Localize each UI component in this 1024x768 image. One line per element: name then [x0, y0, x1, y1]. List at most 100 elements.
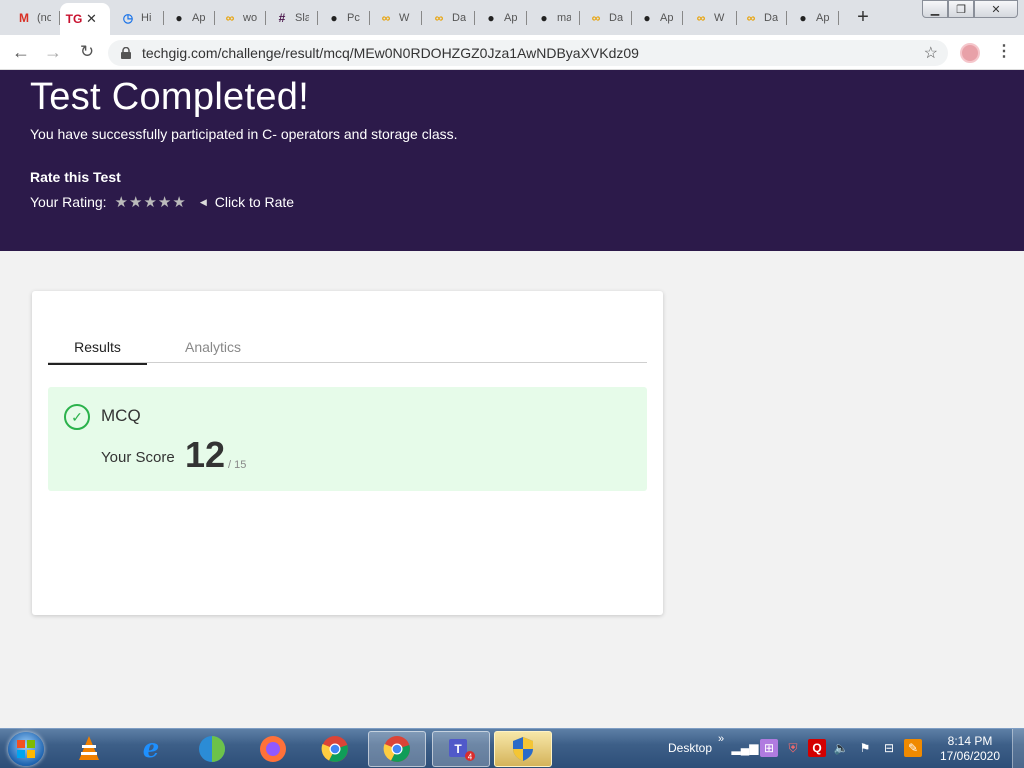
tab-title: ma	[557, 12, 571, 24]
desktop-toolbar-label[interactable]: Desktop	[668, 741, 712, 755]
address-bar[interactable]: techgig.com/challenge/result/mcq/MEw0N0R…	[108, 40, 948, 66]
browser-tab[interactable]: ◷ Hi	[114, 4, 164, 32]
loop-icon: ∞	[434, 11, 444, 25]
firefox-icon[interactable]	[244, 731, 302, 767]
back-icon[interactable]: ←	[10, 41, 32, 63]
github-icon: ●	[540, 11, 548, 25]
browser-tab[interactable]: # Sla	[268, 4, 318, 32]
taskbar: e T4 Desktop » ▂▄▆ ⊞ ⛨ Q 🔈 ⚑ ⊟ ✎ 8:14 PM…	[0, 728, 1024, 768]
browser-tab[interactable]: M (no	[10, 4, 60, 32]
browser-tab[interactable]: ∞ Da	[737, 4, 787, 32]
github-icon: ●	[330, 11, 338, 25]
tab-title: (no	[37, 12, 51, 24]
browser-tab[interactable]: ● Ap	[165, 4, 215, 32]
tab-title: Ap	[816, 12, 830, 24]
vlc-icon[interactable]	[60, 731, 118, 767]
result-tabs: Results Analytics	[48, 337, 647, 365]
taskbar-clock[interactable]: 8:14 PM 17/06/2020	[934, 734, 1006, 764]
q-app-icon[interactable]: Q	[808, 739, 826, 757]
bookmark-star-icon[interactable]: ☆	[924, 43, 938, 63]
volume-icon[interactable]: 🔈	[832, 739, 850, 757]
chrome-active-icon[interactable]	[368, 731, 426, 767]
maximize-button[interactable]: ❐	[948, 0, 974, 18]
tab-separator	[421, 11, 422, 25]
browser-tab[interactable]: ∞ Da	[582, 4, 632, 32]
minimize-button[interactable]: ▁	[922, 0, 948, 18]
browser-tab[interactable]: ∞ W	[372, 4, 422, 32]
network-icon[interactable]: ⊟	[880, 739, 898, 757]
globe-app-icon[interactable]	[183, 731, 241, 767]
section-title: MCQ	[101, 406, 141, 425]
svg-text:T: T	[454, 742, 462, 756]
page-title: Test Completed!	[30, 76, 310, 118]
tab-title: Da	[609, 12, 623, 24]
star-icon[interactable]: ★	[143, 193, 156, 211]
tab-analytics[interactable]: Analytics	[158, 339, 268, 363]
github-icon: ●	[799, 11, 807, 25]
tab-title: Hi	[141, 12, 152, 24]
rating-row: Your Rating: ★ ★ ★ ★ ★ ◀ Click to Rate	[30, 193, 294, 211]
tray-app-icon[interactable]: ⊞	[760, 739, 778, 757]
close-window-button[interactable]: ✕	[974, 0, 1018, 18]
chrome-icon[interactable]	[306, 731, 364, 767]
star-icon[interactable]: ★	[129, 193, 142, 211]
result-card: Results Analytics ✓ MCQ Your Score 12 / …	[32, 291, 663, 615]
click-to-rate-link[interactable]: Click to Rate	[215, 194, 294, 210]
score-value: 12	[185, 434, 226, 475]
browser-menu-icon[interactable]: ⋮	[996, 41, 1012, 61]
mcq-score-panel: ✓ MCQ Your Score 12 / 15	[48, 387, 647, 491]
security-shield-icon[interactable]	[494, 731, 552, 767]
internet-explorer-icon[interactable]: e	[122, 731, 180, 767]
notes-icon[interactable]: ✎	[904, 739, 922, 757]
tab-title: W	[399, 12, 410, 24]
browser-tab[interactable]: ∞ Da	[425, 4, 475, 32]
tab-results[interactable]: Results	[48, 339, 147, 365]
check-circle-icon: ✓	[64, 404, 90, 430]
github-icon: ●	[175, 11, 183, 25]
browser-toolbar: ← → ↻ techgig.com/challenge/result/mcq/M…	[0, 35, 1024, 70]
tab-title: Da	[764, 12, 778, 24]
tab-title: Ap	[192, 12, 206, 24]
tab-title: Sla	[295, 12, 309, 24]
tab-separator	[579, 11, 580, 25]
star-icon[interactable]: ★	[158, 193, 171, 211]
tab-title: Da	[452, 12, 466, 24]
gmail-icon: M	[19, 11, 29, 25]
techgig-icon: TG	[65, 12, 83, 26]
action-center-flag-icon[interactable]: ⚑	[856, 739, 874, 757]
url-text: techgig.com/challenge/result/mcq/MEw0N0R…	[142, 45, 639, 61]
browser-tab[interactable]: TGTG✕	[60, 3, 110, 35]
window-controls: ▁ ❐ ✕	[922, 0, 1018, 18]
windows-logo-icon	[17, 740, 35, 758]
shield-tray-icon[interactable]: ⛨	[784, 739, 802, 757]
forward-icon[interactable]: →	[42, 41, 64, 63]
system-tray: ▂▄▆ ⊞ ⛨ Q 🔈 ⚑ ⊟ ✎	[732, 739, 922, 757]
browser-tab[interactable]: ● Pc	[320, 4, 370, 32]
clock-date: 17/06/2020	[939, 749, 1001, 763]
rate-test-heading: Rate this Test	[30, 169, 121, 185]
signal-icon[interactable]: ▂▄▆	[732, 739, 759, 757]
show-desktop-button[interactable]	[1012, 729, 1024, 768]
chevron-right-icon[interactable]: »	[718, 733, 724, 745]
star-icon[interactable]: ★	[172, 193, 185, 211]
teams-icon[interactable]: T4	[432, 731, 490, 767]
browser-tab[interactable]: ● Ap	[477, 4, 527, 32]
tab-title: Pc	[347, 12, 360, 24]
github-icon: ●	[643, 11, 651, 25]
tab-separator	[163, 11, 164, 25]
browser-tab[interactable]: ∞ wo	[216, 4, 266, 32]
profile-avatar[interactable]	[960, 43, 980, 63]
tab-separator	[786, 11, 787, 25]
close-tab-icon[interactable]: ✕	[86, 11, 97, 27]
browser-tab[interactable]: ● Ap	[789, 4, 839, 32]
reload-icon[interactable]: ↻	[76, 41, 98, 63]
browser-tab[interactable]: ● ma	[530, 4, 580, 32]
star-icon[interactable]: ★	[115, 193, 128, 211]
start-button[interactable]	[8, 732, 44, 766]
new-tab-button[interactable]: +	[854, 6, 872, 29]
rating-stars[interactable]: ★ ★ ★ ★ ★	[115, 193, 186, 211]
browser-tab[interactable]: ∞ W	[687, 4, 737, 32]
tab-separator	[474, 11, 475, 25]
tab-separator	[526, 11, 527, 25]
browser-tab[interactable]: ● Ap	[633, 4, 683, 32]
